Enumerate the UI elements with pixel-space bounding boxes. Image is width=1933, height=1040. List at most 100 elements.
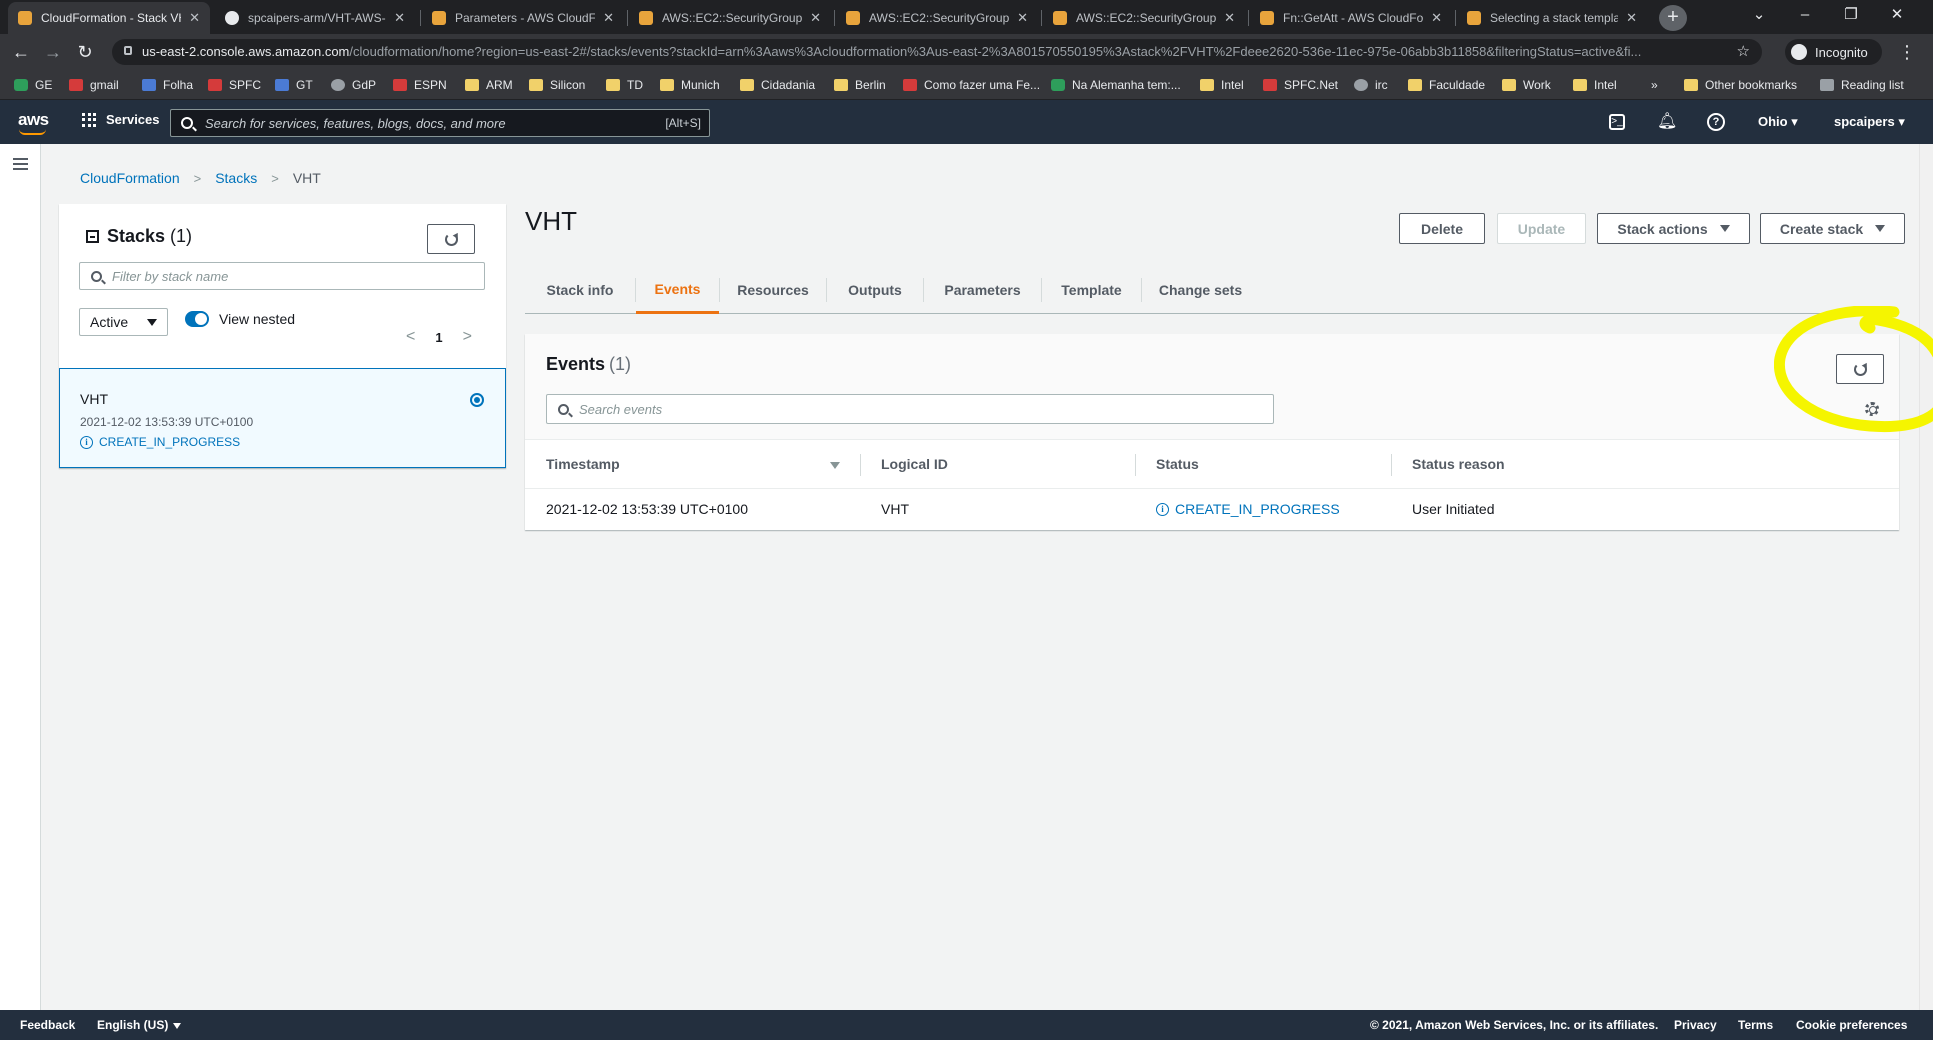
reading-list-button[interactable]: Reading list bbox=[1820, 76, 1904, 94]
bookmark-item[interactable]: irc bbox=[1354, 76, 1388, 94]
new-tab-button[interactable]: + bbox=[1659, 5, 1687, 31]
bookmark-star-icon[interactable]: ☆ bbox=[1737, 42, 1750, 60]
close-tab-icon[interactable]: ✕ bbox=[1431, 10, 1442, 26]
account-menu[interactable]: spcaipers ▾ bbox=[1834, 114, 1905, 130]
close-tab-icon[interactable]: ✕ bbox=[603, 10, 614, 26]
feedback-link[interactable]: Feedback bbox=[20, 1018, 75, 1032]
tab-resources[interactable]: Resources bbox=[720, 266, 826, 314]
bookmark-item[interactable]: Folha bbox=[142, 76, 193, 94]
close-tab-icon[interactable]: ✕ bbox=[1017, 10, 1028, 26]
tab-parameters[interactable]: Parameters bbox=[924, 266, 1041, 314]
forward-arrow-icon[interactable]: → bbox=[38, 34, 68, 70]
stack-list-item[interactable]: VHT 2021-12-02 13:53:39 UTC+0100 i CREAT… bbox=[59, 368, 506, 468]
bookmark-folder[interactable]: Cidadania bbox=[740, 76, 815, 94]
language-selector[interactable]: English (US) bbox=[97, 1018, 182, 1032]
close-tab-icon[interactable]: ✕ bbox=[1626, 10, 1637, 26]
sort-descending-icon[interactable] bbox=[830, 462, 840, 469]
other-bookmarks-folder[interactable]: Other bookmarks bbox=[1684, 76, 1797, 94]
chevron-right-icon[interactable]: > bbox=[463, 328, 472, 346]
stack-radio-selected[interactable] bbox=[470, 393, 484, 407]
delete-button[interactable]: Delete bbox=[1399, 213, 1485, 244]
breadcrumb-cloudformation[interactable]: CloudFormation bbox=[80, 170, 180, 186]
browser-tab-stack-template[interactable]: Selecting a stack template ✕ bbox=[1457, 2, 1647, 34]
browser-tab-github[interactable]: spcaipers-arm/VHT-AWS- ✕ bbox=[215, 2, 415, 34]
gear-icon[interactable] bbox=[1865, 402, 1879, 416]
tab-outputs[interactable]: Outputs bbox=[827, 266, 923, 314]
minimize-window-icon[interactable]: – bbox=[1782, 0, 1828, 30]
terms-link[interactable]: Terms bbox=[1738, 1018, 1773, 1032]
stack-actions-button[interactable]: Stack actions bbox=[1597, 213, 1750, 244]
browser-tab-parameters[interactable]: Parameters - AWS CloudF ✕ bbox=[422, 2, 624, 34]
column-header-logical-id[interactable]: Logical ID bbox=[881, 456, 948, 472]
bookmark-item[interactable]: gmail bbox=[69, 76, 119, 94]
events-search-box[interactable] bbox=[546, 394, 1274, 424]
close-tab-icon[interactable]: ✕ bbox=[810, 10, 821, 26]
tab-events[interactable]: Events bbox=[636, 266, 719, 314]
page-number[interactable]: 1 bbox=[435, 330, 442, 345]
incognito-badge[interactable]: Incognito bbox=[1785, 39, 1882, 65]
bookmark-folder[interactable]: TD bbox=[606, 76, 643, 94]
tab-search-icon[interactable]: ⌄ bbox=[1736, 0, 1782, 30]
browser-tab-securitygroup-3[interactable]: AWS::EC2::SecurityGroup E ✕ bbox=[1043, 2, 1245, 34]
column-header-status[interactable]: Status bbox=[1156, 456, 1199, 472]
bookmark-folder[interactable]: Berlin bbox=[834, 76, 886, 94]
bookmark-folder[interactable]: Silicon bbox=[529, 76, 585, 94]
bookmark-item[interactable]: Na Alemanha tem:... bbox=[1051, 76, 1181, 94]
refresh-stacks-button[interactable] bbox=[427, 224, 475, 254]
page-scrollbar[interactable] bbox=[1919, 144, 1933, 1010]
help-icon[interactable]: ? bbox=[1707, 113, 1725, 131]
browser-menu-icon[interactable]: ⋮ bbox=[1892, 34, 1922, 70]
stack-filter-box[interactable] bbox=[79, 262, 485, 290]
stack-filter-input[interactable] bbox=[112, 268, 484, 284]
services-menu-button[interactable]: Services bbox=[82, 112, 160, 127]
cookie-preferences-link[interactable]: Cookie preferences bbox=[1796, 1018, 1907, 1032]
bookmark-item[interactable]: SPFC.Net bbox=[1263, 76, 1338, 94]
bookmark-item[interactable]: ESPN bbox=[393, 76, 447, 94]
bookmark-item[interactable]: SPFC bbox=[208, 76, 261, 94]
browser-tab-securitygroup-1[interactable]: AWS::EC2::SecurityGroup - ✕ bbox=[629, 2, 831, 34]
tab-change-sets[interactable]: Change sets bbox=[1142, 266, 1259, 314]
aws-logo[interactable]: aws bbox=[18, 110, 49, 135]
refresh-events-button[interactable] bbox=[1836, 354, 1884, 384]
chevron-left-icon[interactable]: < bbox=[406, 328, 415, 346]
reload-icon[interactable]: ↻ bbox=[70, 34, 100, 70]
close-window-icon[interactable]: ✕ bbox=[1874, 0, 1920, 30]
bookmarks-overflow-button[interactable]: » bbox=[1651, 76, 1658, 94]
browser-tab-cloudformation[interactable]: CloudFormation - Stack VHT ✕ bbox=[8, 2, 210, 34]
restore-window-icon[interactable]: ❐ bbox=[1828, 0, 1874, 30]
close-tab-icon[interactable]: ✕ bbox=[394, 10, 405, 26]
tab-template[interactable]: Template bbox=[1042, 266, 1141, 314]
notifications-bell-icon[interactable]: 🔔︎ bbox=[1657, 112, 1677, 132]
bookmark-folder[interactable]: Intel bbox=[1573, 76, 1617, 94]
browser-tab-securitygroup-2[interactable]: AWS::EC2::SecurityGroup I ✕ bbox=[836, 2, 1038, 34]
bookmark-item[interactable]: GE bbox=[14, 76, 52, 94]
region-selector[interactable]: Ohio ▾ bbox=[1758, 114, 1798, 130]
bookmark-folder[interactable]: Munich bbox=[660, 76, 720, 94]
close-tab-icon[interactable]: ✕ bbox=[1224, 10, 1235, 26]
privacy-link[interactable]: Privacy bbox=[1674, 1018, 1717, 1032]
bookmark-folder[interactable]: Intel bbox=[1200, 76, 1244, 94]
bookmark-item[interactable]: GT bbox=[275, 76, 313, 94]
tab-stack-info[interactable]: Stack info bbox=[525, 266, 635, 314]
view-nested-toggle[interactable] bbox=[185, 311, 209, 327]
close-tab-icon[interactable]: ✕ bbox=[189, 10, 200, 26]
cloudshell-icon[interactable]: >_ bbox=[1609, 114, 1625, 130]
address-bar[interactable]: us-east-2.console.aws.amazon.com/cloudfo… bbox=[112, 39, 1762, 65]
back-arrow-icon[interactable]: ← bbox=[6, 34, 36, 70]
bookmark-item[interactable]: GdP bbox=[331, 76, 376, 94]
bookmark-folder[interactable]: Work bbox=[1502, 76, 1551, 94]
collapse-panel-icon[interactable] bbox=[86, 230, 99, 243]
aws-search-box[interactable]: [Alt+S] bbox=[170, 109, 710, 137]
bookmark-folder[interactable]: ARM bbox=[465, 76, 513, 94]
stack-status-select[interactable]: Active bbox=[79, 308, 168, 336]
create-stack-button[interactable]: Create stack bbox=[1760, 213, 1905, 244]
bookmark-folder[interactable]: Faculdade bbox=[1408, 76, 1485, 94]
browser-tab-getatt[interactable]: Fn::GetAtt - AWS CloudFor ✕ bbox=[1250, 2, 1452, 34]
url-text[interactable]: us-east-2.console.aws.amazon.com/cloudfo… bbox=[142, 44, 1722, 59]
hamburger-menu-icon[interactable] bbox=[13, 158, 28, 170]
events-search-input[interactable] bbox=[579, 401, 1273, 417]
bookmark-item[interactable]: Como fazer uma Fe... bbox=[903, 76, 1040, 94]
breadcrumb-stacks[interactable]: Stacks bbox=[215, 170, 257, 186]
column-header-status-reason[interactable]: Status reason bbox=[1412, 456, 1505, 472]
column-header-timestamp[interactable]: Timestamp bbox=[546, 456, 620, 472]
